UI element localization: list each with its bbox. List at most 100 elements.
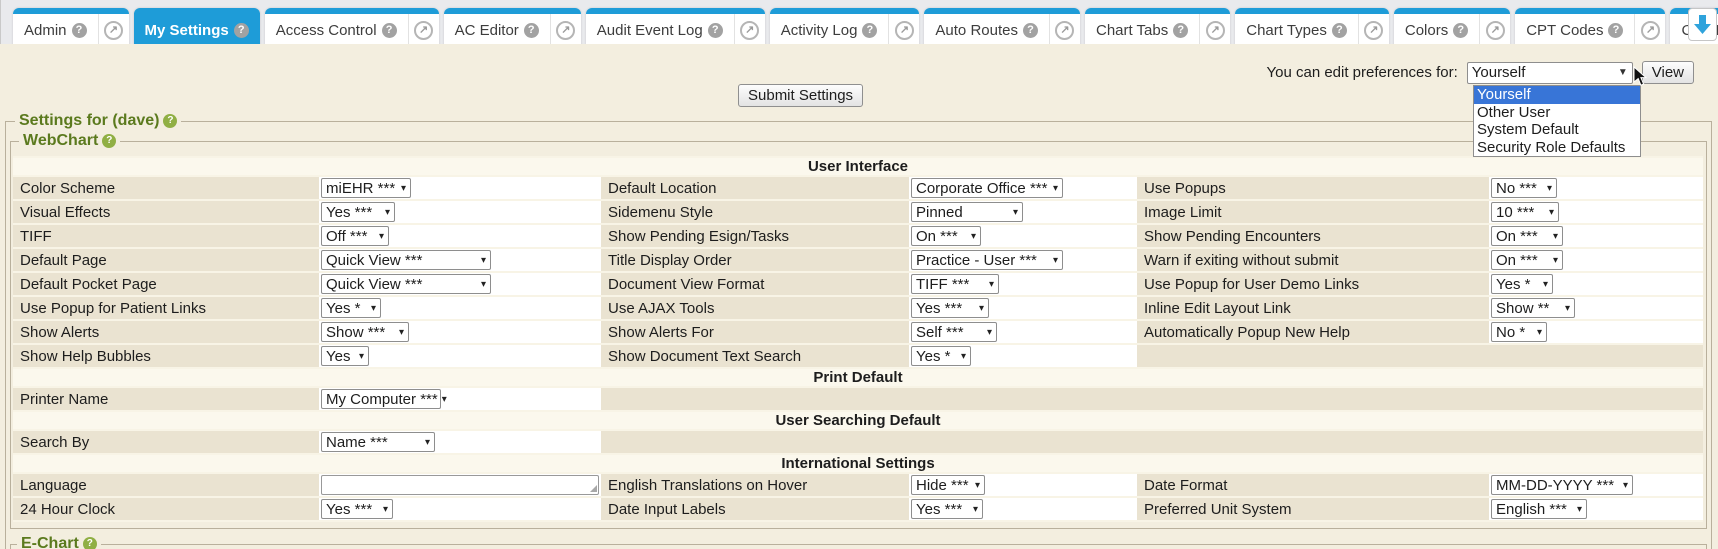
help-icon[interactable]: ? <box>163 114 177 128</box>
select-use-popup-for-patient-links[interactable]: Yes *▾ <box>321 298 381 318</box>
help-icon[interactable]: ? <box>524 23 539 38</box>
select-english-translations-on-hover[interactable]: Hide *** ▾ <box>911 475 985 495</box>
tab-group-chart-tabs: Chart Tabs?↗ <box>1085 8 1230 44</box>
open-in-new-window-button-admin[interactable]: ↗ <box>98 14 129 44</box>
help-icon[interactable]: ? <box>1023 23 1038 38</box>
select-show-pending-encounters[interactable]: On ***▾ <box>1491 226 1563 246</box>
open-in-new-window-button-access-control[interactable]: ↗ <box>408 14 439 44</box>
open-in-new-window-button-ac-editor[interactable]: ↗ <box>550 14 581 44</box>
open-in-new-window-button-activity-log[interactable]: ↗ <box>888 14 919 44</box>
tab-my-settings[interactable]: My Settings? <box>134 14 260 44</box>
select-show-help-bubbles[interactable]: Yes▾ <box>321 346 369 366</box>
select-image-limit[interactable]: 10 ***▾ <box>1491 202 1559 222</box>
tab-label: Admin <box>24 22 67 39</box>
tab-access-control[interactable]: Access Control? <box>265 14 408 44</box>
dropdown-option-security-role-defaults[interactable]: Security Role Defaults <box>1474 139 1640 157</box>
open-in-new-window-button-chart-types[interactable]: ↗ <box>1358 14 1389 44</box>
select-date-input-labels[interactable]: Yes ***▾ <box>911 499 983 519</box>
help-icon[interactable]: ? <box>708 23 723 38</box>
field-value-cell: Yes ***▾ <box>909 498 1137 520</box>
help-icon[interactable]: ? <box>72 23 87 38</box>
preferences-target-select[interactable]: Yourself ▼ <box>1467 62 1633 84</box>
settings-fieldset: Settings for (dave) ? WebChart ? User In… <box>5 112 1712 549</box>
tab-cpt-codes[interactable]: CPT Codes? <box>1515 14 1634 44</box>
tab-chart-tabs[interactable]: Chart Tabs? <box>1085 14 1199 44</box>
select-default-pocket-page[interactable]: Quick View ***▾ <box>321 274 491 294</box>
help-icon[interactable]: ? <box>1332 23 1347 38</box>
select-show-alerts[interactable]: Show ***▾ <box>321 322 409 342</box>
tab-colors[interactable]: Colors? <box>1394 14 1479 44</box>
open-in-new-window-button-auto-routes[interactable]: ↗ <box>1049 14 1080 44</box>
scroll-tabs-button[interactable] <box>1688 8 1717 41</box>
select-visual-effects[interactable]: Yes ***▾ <box>321 202 395 222</box>
select-value: Yes <box>326 348 350 365</box>
open-in-new-window-button-cpt-codes[interactable]: ↗ <box>1634 14 1665 44</box>
select-show-alerts-for[interactable]: Self ***▾ <box>911 322 997 342</box>
select-sidemenu-style[interactable]: Pinned▾ <box>911 202 1023 222</box>
select-use-popups[interactable]: No ***▾ <box>1491 178 1557 198</box>
section-header-international-settings: International Settings <box>13 455 1703 472</box>
select-show-document-text-search[interactable]: Yes *▾ <box>911 346 971 366</box>
select-value: Hide *** <box>916 477 969 494</box>
select-document-view-format[interactable]: TIFF ***▾ <box>911 274 999 294</box>
tab-label: Activity Log <box>781 22 858 39</box>
chevron-down-icon: ▾ <box>975 480 980 491</box>
select-title-display-order[interactable]: Practice - User ***▾ <box>911 250 1063 270</box>
help-icon[interactable]: ? <box>862 23 877 38</box>
dropdown-option-system-default[interactable]: System Default <box>1474 121 1640 139</box>
select-default-page[interactable]: Quick View ***▾ <box>321 250 491 270</box>
field-label-use-popup-for-patient-links: Use Popup for Patient Links <box>13 297 319 319</box>
tab-group-auto-routes: Auto Routes?↗ <box>924 8 1080 44</box>
tab-admin[interactable]: Admin? <box>13 14 98 44</box>
select-inline-edit-layout-link[interactable]: Show **▾ <box>1491 298 1575 318</box>
select-value: Yes * <box>916 348 950 365</box>
tab-ac-editor[interactable]: AC Editor? <box>444 14 550 44</box>
select-automatically-popup-new-help[interactable]: No *▾ <box>1491 322 1547 342</box>
help-icon[interactable]: ? <box>1173 23 1188 38</box>
select-value: TIFF *** <box>916 276 969 293</box>
field-value-cell: Name ***▾ <box>319 431 601 453</box>
field-value-cell: 10 ***▾ <box>1489 201 1703 223</box>
dropdown-option-other-user[interactable]: Other User <box>1474 104 1640 122</box>
help-icon[interactable]: ? <box>1608 23 1623 38</box>
open-in-new-window-button-audit-event-log[interactable]: ↗ <box>734 14 765 44</box>
select-value: Yes *** <box>916 300 962 317</box>
input-language[interactable] <box>321 475 599 495</box>
help-icon[interactable]: ? <box>234 23 249 38</box>
settings-row: Search ByName ***▾ <box>13 431 1703 453</box>
field-value-cell: Show ***▾ <box>319 321 601 343</box>
select-tiff[interactable]: Off ***▾ <box>321 226 389 246</box>
select-use-popup-for-user-demo-links[interactable]: Yes *▾ <box>1491 274 1553 294</box>
select-value: Show ** <box>1496 300 1549 317</box>
select-use-ajax-tools[interactable]: Yes ***▾ <box>911 298 989 318</box>
select-default-location[interactable]: Corporate Office ***▾ <box>911 178 1063 198</box>
select-warn-if-exiting-without-submit[interactable]: On ***▾ <box>1491 250 1563 270</box>
select-color-scheme[interactable]: miEHR ***▾ <box>321 178 411 198</box>
dropdown-option-yourself[interactable]: Yourself <box>1474 86 1640 104</box>
tab-label: Chart Tabs <box>1096 22 1168 39</box>
submit-settings-button[interactable]: Submit Settings <box>738 84 863 107</box>
select-printer-name[interactable]: My Computer ***▾ <box>321 389 441 409</box>
select-search-by[interactable]: Name ***▾ <box>321 432 435 452</box>
view-button[interactable]: View <box>1642 61 1694 84</box>
help-icon[interactable]: ? <box>102 134 116 148</box>
chevron-down-icon: ▾ <box>379 231 384 242</box>
external-link-icon: ↗ <box>1641 21 1660 40</box>
tab-chart-types[interactable]: Chart Types? <box>1235 14 1358 44</box>
tab-group-colors: Colors?↗ <box>1394 8 1510 44</box>
open-in-new-window-button-colors[interactable]: ↗ <box>1479 14 1510 44</box>
select-24-hour-clock[interactable]: Yes ***▾ <box>321 499 393 519</box>
tab-activity-log[interactable]: Activity Log? <box>770 14 889 44</box>
select-show-pending-esign-tasks[interactable]: On ***▾ <box>911 226 981 246</box>
help-icon[interactable]: ? <box>382 23 397 38</box>
webchart-legend-text: WebChart <box>23 132 98 150</box>
field-value-cell: Yes *▾ <box>1489 273 1703 295</box>
preferences-target-dropdown[interactable]: YourselfOther UserSystem DefaultSecurity… <box>1473 85 1641 157</box>
tab-auto-routes[interactable]: Auto Routes? <box>924 14 1049 44</box>
select-date-format[interactable]: MM-DD-YYYY ***▾ <box>1491 475 1633 495</box>
help-icon[interactable]: ? <box>83 537 97 549</box>
help-icon[interactable]: ? <box>1453 23 1468 38</box>
select-preferred-unit-system[interactable]: English ***▾ <box>1491 499 1587 519</box>
open-in-new-window-button-chart-tabs[interactable]: ↗ <box>1199 14 1230 44</box>
tab-audit-event-log[interactable]: Audit Event Log? <box>586 14 734 44</box>
